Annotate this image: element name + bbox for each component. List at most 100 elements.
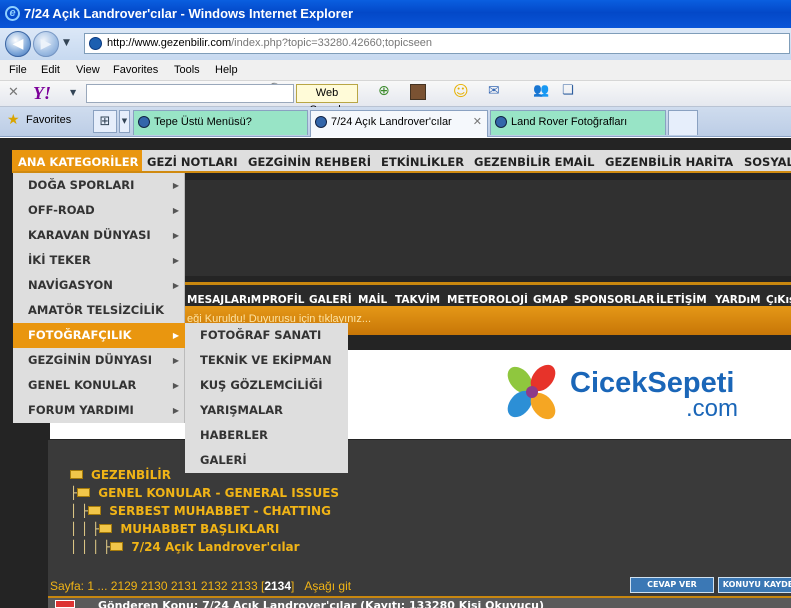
subnav-sponsorlar[interactable]: SPONSORLAR (574, 294, 654, 306)
chevron-right-icon: ▶ (172, 181, 179, 190)
breadcrumb-item[interactable]: │ ├ SERBEST MUHABBET - CHATTING (70, 504, 331, 518)
menu-file[interactable]: File (9, 64, 27, 76)
submenu-item-fotograf-sanati[interactable]: FOTOĞRAF SANATI (185, 323, 348, 348)
folder-icon (88, 506, 102, 515)
chevron-right-icon: ▶ (172, 331, 179, 340)
tab-favicon-icon (495, 116, 507, 128)
submenu-item-teknik-ekipman[interactable]: TEKNİK VE EKİPMAN (185, 348, 348, 373)
dropdown-item-amator-telsizcilik[interactable]: AMATÖR TELSİZCİLİK (13, 298, 185, 323)
menu-view[interactable]: View (76, 64, 100, 76)
page-icon (89, 37, 102, 50)
breadcrumb-item[interactable]: ├ GENEL KONULAR - GENERAL ISSUES (70, 486, 339, 500)
subnav-iletisim[interactable]: İLETİŞİM (656, 294, 707, 306)
subnav-galeri[interactable]: GALERİ (309, 294, 352, 306)
breadcrumb-item[interactable]: GEZENBİLİR (70, 468, 171, 482)
ie-logo-icon: e (5, 6, 20, 21)
page-link[interactable]: 2129 (111, 579, 138, 593)
chevron-right-icon: ▶ (172, 356, 179, 365)
breadcrumb-item[interactable]: │ │ │ ├ 7/24 Açık Landrover'cılar (70, 540, 300, 554)
close-toolbar-icon[interactable]: ✕ (8, 85, 19, 100)
dropdown-item-iki-teker[interactable]: İKİ TEKER ▶ (13, 248, 185, 273)
dropdown-item-genel-konular[interactable]: GENEL KONULAR ▶ (13, 373, 185, 398)
subnav-mesajlarim[interactable]: MESAJLARıM (187, 294, 261, 306)
subnav-takvim[interactable]: TAKVİM (395, 294, 440, 306)
page-link[interactable]: 2131 (171, 579, 198, 593)
submenu-item-haberler[interactable]: HABERLER (185, 423, 348, 448)
mail-icon[interactable]: ✉ (488, 83, 500, 99)
ciceksepeti-logo[interactable]: CicekSepeti .com (498, 362, 758, 422)
dropdown-item-off-road[interactable]: OFF-ROAD ▶ (13, 198, 185, 223)
address-bar[interactable]: http://www.gezenbilir.com/index.php?topi… (84, 33, 790, 54)
messenger-icon[interactable]: 👥 (533, 83, 549, 98)
go-down-link[interactable]: Aşağı git (304, 579, 351, 593)
nav-gezenbilir-harita[interactable]: GEZENBİLİR HARİTA (605, 155, 733, 169)
nav-gezenbilir-email[interactable]: GEZENBİLİR EMAİL (474, 155, 594, 169)
site-top-nav: ANA KATEGORİLER GEZİ NOTLARI GEZGİNİN RE… (12, 150, 791, 173)
flower-logo-icon (507, 364, 556, 420)
tab-label: Tepe Üstü Menüsü? (154, 116, 252, 128)
smiley-icon[interactable]: ☺ (453, 82, 469, 100)
address-domain: http://www.gezenbilir.com (107, 37, 232, 49)
avatar-icon[interactable] (410, 84, 426, 100)
subnav-yardim[interactable]: YARDıM (715, 294, 761, 306)
subnav-gmap[interactable]: GMAP (533, 294, 568, 306)
window-title: 7/24 Açık Landrover'cılar - Windows Inte… (24, 6, 354, 21)
dropdown-item-karavan[interactable]: KARAVAN DÜNYASI ▶ (13, 223, 185, 248)
tab-list-chevron-icon[interactable]: ▼ (119, 110, 130, 133)
back-button[interactable]: ◀ (5, 31, 31, 57)
quick-tabs-icon[interactable]: ⊞ (93, 110, 117, 133)
new-tab-button[interactable] (668, 110, 698, 135)
menu-tools[interactable]: Tools (174, 64, 200, 76)
subnav-mail[interactable]: MAİL (358, 294, 387, 306)
chevron-right-icon: ▶ (172, 231, 179, 240)
dropdown-item-gezginin-dunyasi[interactable]: GEZGİNİN DÜNYASI ▶ (13, 348, 185, 373)
current-page: 2134 (264, 579, 292, 593)
subnav-cikis[interactable]: ÇıKış (766, 294, 791, 306)
tab-land-rover-foto[interactable]: Land Rover Fotoğrafları (490, 110, 666, 135)
favorites-button[interactable]: Favorites (26, 114, 71, 126)
menu-edit[interactable]: Edit (41, 64, 60, 76)
menu-help[interactable]: Help (215, 64, 238, 76)
nav-gezginin-rehberi[interactable]: GEZGİNİN REHBERİ (248, 155, 371, 169)
ad-domain: .com (686, 395, 738, 422)
nav-ana-kategoriler[interactable]: ANA KATEGORİLER (18, 155, 138, 169)
bookmarks-icon[interactable]: ❏ (562, 83, 574, 98)
tab-tepe-ustu[interactable]: Tepe Üstü Menüsü? (133, 110, 308, 135)
chevron-right-icon: ▶ (172, 406, 179, 415)
favorites-star-icon[interactable]: ★ (7, 112, 20, 128)
web-search-button[interactable]: Web Search (296, 84, 358, 116)
pagination: Sayfa: 1 ... 2129 2130 2131 2132 2133 [2… (50, 579, 352, 593)
history-dropdown-icon[interactable]: ▼ (63, 38, 70, 48)
forward-button[interactable]: ▶ (33, 31, 59, 57)
bookmark-add-icon[interactable]: ⊕ (378, 83, 390, 99)
menu-favorites[interactable]: Favorites (113, 64, 158, 76)
nav-gezi-notlari[interactable]: GEZİ NOTLARI (147, 155, 238, 169)
page-link[interactable]: 2133 (231, 579, 258, 593)
close-tab-icon[interactable]: ✕ (473, 111, 482, 134)
subnav-meteoroloji[interactable]: METEOROLOJİ (447, 294, 528, 306)
dropdown-item-navigasyon[interactable]: NAVİGASYON ▶ (13, 273, 185, 298)
nav-sosyal[interactable]: SOSYAL (744, 155, 791, 169)
breadcrumb-item[interactable]: │ │ ├ MUHABBET BAŞLIKLARI (70, 522, 279, 536)
save-topic-button[interactable]: KONUYU KAYDE (718, 577, 791, 593)
window-title-bar: e 7/24 Açık Landrover'cılar - Windows In… (0, 0, 791, 28)
reply-button[interactable]: CEVAP VER (630, 577, 714, 593)
page-link[interactable]: 1 (87, 579, 94, 593)
dropdown-item-forum-yardimi[interactable]: FORUM YARDIMI ▶ (13, 398, 185, 423)
subnav-profil[interactable]: PROFİL (262, 294, 304, 306)
page-link[interactable]: 2130 (141, 579, 168, 593)
yahoo-search-input[interactable] (86, 84, 294, 103)
site-sub-nav: MESAJLARıM PROFİL GALERİ MAİL TAKVİM MET… (185, 282, 791, 306)
post-header-label: Gönderen Konu: 7/24 Açık Landrover'cılar… (98, 599, 545, 608)
submenu-item-kus-gozlemciligi[interactable]: KUŞ GÖZLEMCİLİĞİ (185, 373, 348, 398)
pagination-ellipsis: ... (97, 579, 108, 593)
submenu-item-yarismalar[interactable]: YARIŞMALAR (185, 398, 348, 423)
yahoo-menu-chevron-icon[interactable]: ▼ (70, 88, 76, 97)
tab-landrovercilar[interactable]: 7/24 Açık Landrover'cılar ✕ (310, 110, 488, 137)
dropdown-item-fotografcilik[interactable]: FOTOĞRAFÇILIK ▶ (13, 323, 185, 348)
nav-etkinlikler[interactable]: ETKİNLİKLER (381, 155, 464, 169)
page-link[interactable]: 2132 (201, 579, 228, 593)
yahoo-logo[interactable]: Y! (33, 83, 51, 104)
dropdown-item-doga-sporlari[interactable]: DOĞA SPORLARI ▶ (13, 173, 185, 198)
submenu-item-galeri[interactable]: GALERİ (185, 448, 348, 473)
